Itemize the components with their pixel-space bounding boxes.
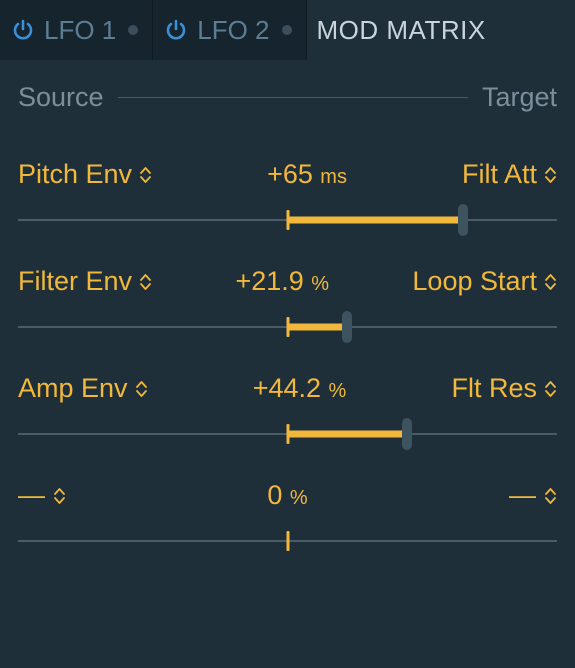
amount-unit: %	[290, 487, 308, 509]
source-picker[interactable]: Filter Env	[18, 266, 152, 297]
slider-fill	[288, 217, 463, 224]
target-picker[interactable]: Filt Att	[462, 159, 557, 190]
target-picker[interactable]: Flt Res	[451, 373, 557, 404]
source-label: —	[18, 480, 46, 511]
source-label: Amp Env	[18, 373, 128, 404]
target-label: Loop Start	[412, 266, 537, 297]
amount-slider[interactable]	[18, 204, 557, 236]
mod-row-top: — 0 % —	[18, 480, 557, 511]
mod-row: — 0 % —	[18, 450, 557, 557]
tab-mod-matrix[interactable]: MOD MATRIX	[307, 0, 500, 60]
mod-row: Amp Env +44.2 % Flt Res	[18, 343, 557, 450]
up-down-icon	[140, 272, 152, 292]
header-divider	[118, 97, 468, 98]
target-label: Flt Res	[451, 373, 537, 404]
slider-fill	[288, 324, 347, 331]
tab-lfo1[interactable]: LFO 1	[0, 0, 153, 60]
tab-lfo2-label: LFO 2	[197, 15, 269, 46]
indicator-dot-icon	[282, 25, 292, 35]
amount-unit: ms	[320, 166, 347, 188]
up-down-icon	[545, 379, 557, 399]
source-header: Source	[18, 82, 104, 113]
target-label: —	[509, 480, 537, 511]
amount-value[interactable]: +65 ms	[267, 159, 347, 190]
up-down-icon	[140, 165, 152, 185]
up-down-icon	[545, 486, 557, 506]
column-header-row: Source Target	[0, 60, 575, 121]
source-picker[interactable]: —	[18, 480, 66, 511]
power-icon[interactable]	[10, 17, 36, 43]
mod-row-top: Filter Env +21.9 % Loop Start	[18, 266, 557, 297]
amount-slider[interactable]	[18, 311, 557, 343]
slider-handle[interactable]	[458, 204, 468, 236]
indicator-dot-icon	[128, 25, 138, 35]
source-picker[interactable]: Pitch Env	[18, 159, 152, 190]
source-label: Pitch Env	[18, 159, 132, 190]
target-label: Filt Att	[462, 159, 537, 190]
up-down-icon	[136, 379, 148, 399]
target-picker[interactable]: —	[509, 480, 557, 511]
mod-row: Pitch Env +65 ms Filt Att	[18, 129, 557, 236]
mod-row-top: Pitch Env +65 ms Filt Att	[18, 159, 557, 190]
up-down-icon	[545, 272, 557, 292]
amount-value[interactable]: +44.2 %	[253, 373, 347, 404]
mod-row-top: Amp Env +44.2 % Flt Res	[18, 373, 557, 404]
up-down-icon	[54, 486, 66, 506]
slider-handle[interactable]	[342, 311, 352, 343]
amount-value[interactable]: 0 %	[267, 480, 307, 511]
source-label: Filter Env	[18, 266, 132, 297]
tab-lfo1-label: LFO 1	[44, 15, 116, 46]
mod-rows: Pitch Env +65 ms Filt Att Filter Env +21.…	[0, 121, 575, 557]
amount-unit: %	[311, 273, 329, 295]
up-down-icon	[545, 165, 557, 185]
slider-center-tick-icon	[286, 531, 289, 551]
tab-mod-matrix-label: MOD MATRIX	[317, 15, 486, 46]
tab-bar: LFO 1 LFO 2 MOD MATRIX	[0, 0, 575, 60]
amount-number: +44.2	[253, 373, 321, 403]
amount-number: +65	[267, 159, 313, 189]
source-picker[interactable]: Amp Env	[18, 373, 148, 404]
tab-lfo2[interactable]: LFO 2	[153, 0, 306, 60]
amount-unit: %	[328, 380, 346, 402]
mod-row: Filter Env +21.9 % Loop Start	[18, 236, 557, 343]
amount-number: 0	[267, 480, 282, 510]
target-picker[interactable]: Loop Start	[412, 266, 557, 297]
slider-fill	[288, 431, 407, 438]
amount-number: +21.9	[235, 266, 303, 296]
amount-slider[interactable]	[18, 418, 557, 450]
power-icon[interactable]	[163, 17, 189, 43]
target-header: Target	[482, 82, 557, 113]
amount-value[interactable]: +21.9 %	[235, 266, 329, 297]
slider-handle[interactable]	[402, 418, 412, 450]
amount-slider[interactable]	[18, 525, 557, 557]
